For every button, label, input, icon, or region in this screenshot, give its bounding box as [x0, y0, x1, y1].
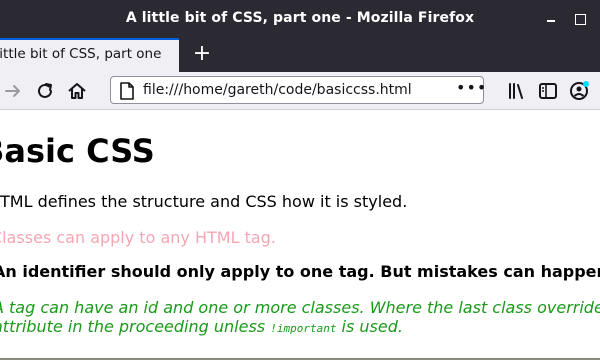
paragraph-classes: Classes can apply to any HTML tag. [0, 228, 276, 247]
minimize-button[interactable] [540, 9, 562, 29]
paragraph-tag-line2-end: is used. [336, 317, 403, 336]
window-title: A little bit of CSS, part one - Mozilla … [125, 10, 475, 26]
library-icon[interactable] [506, 80, 528, 102]
url-bar[interactable]: file:///home/gareth/code/basiccss.html •… [110, 76, 487, 104]
maximize-button[interactable] [569, 9, 591, 29]
tab-active[interactable]: A little bit of CSS, part one [0, 38, 179, 72]
url-text[interactable]: file:///home/gareth/code/basiccss.html [143, 82, 412, 98]
page-actions-icon[interactable]: ••• [456, 78, 487, 97]
page-icon [120, 82, 134, 100]
new-tab-button[interactable]: + [190, 42, 214, 66]
page-content: Basic CSS HTML defines the structure and… [0, 110, 600, 360]
paragraph-html: HTML defines the structure and CSS how i… [0, 192, 408, 211]
important-code: !important [270, 322, 337, 335]
forward-icon[interactable] [2, 80, 24, 102]
tab-strip: A little bit of CSS, part one + [0, 38, 600, 72]
navigation-toolbar: file:///home/gareth/code/basiccss.html •… [0, 72, 600, 110]
paragraph-tag-line2-start: attribute in the proceeding unless [0, 317, 271, 336]
paragraph-tag-line1: A tag can have an id and one or more cla… [0, 298, 600, 317]
reload-icon[interactable] [34, 80, 56, 102]
page-heading: Basic CSS [0, 132, 155, 170]
window-titlebar: A little bit of CSS, part one - Mozilla … [0, 0, 600, 38]
paragraph-identifier: An identifier should only apply to one t… [0, 262, 600, 281]
account-icon[interactable] [568, 80, 590, 102]
paragraph-tag-line2: attribute in the proceeding unless !impo… [0, 317, 403, 336]
home-icon[interactable] [66, 80, 88, 102]
sidebar-icon[interactable] [537, 80, 559, 102]
tab-label: A little bit of CSS, part one [0, 46, 162, 62]
